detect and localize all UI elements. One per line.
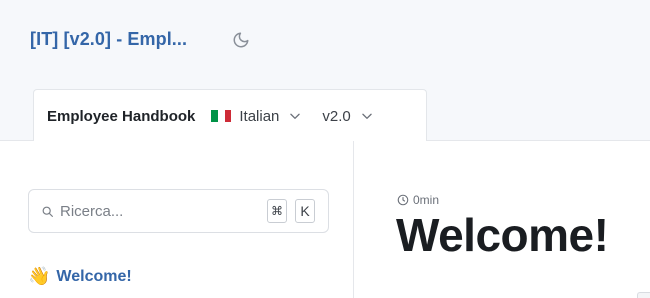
theme-toggle-button[interactable]: [231, 30, 251, 50]
sidebar: Ricerca... ⌘ K 👋 Welcome!: [0, 141, 354, 298]
top-header: [IT] [v2.0] - Empl... Employee Handbook …: [0, 0, 650, 142]
page-edge-decoration: [637, 292, 650, 298]
search-input[interactable]: Ricerca... ⌘ K: [28, 189, 329, 233]
waving-hand-icon: 👋: [28, 266, 51, 287]
language-label: Italian: [239, 107, 280, 125]
main-content: 0min Welcome!: [355, 141, 650, 298]
search-placeholder: Ricerca...: [60, 202, 124, 220]
sidebar-item-welcome[interactable]: 👋 Welcome!: [28, 266, 132, 287]
clock-icon: [397, 194, 409, 206]
site-title[interactable]: [IT] [v2.0] - Empl...: [30, 29, 187, 50]
k-key: K: [295, 199, 315, 223]
version-label: v2.0: [322, 107, 351, 125]
search-icon: [42, 206, 53, 217]
chevron-down-icon: [360, 109, 374, 123]
chevron-down-icon: [288, 109, 302, 123]
command-key: ⌘: [267, 199, 287, 223]
moon-icon: [233, 32, 249, 48]
language-dropdown[interactable]: Italian: [211, 108, 302, 125]
product-selector-bar: Employee Handbook Italian v2.0: [33, 89, 427, 142]
version-dropdown[interactable]: v2.0: [322, 108, 373, 125]
italy-flag-icon: [211, 110, 232, 122]
read-time-label: 0min: [413, 193, 440, 207]
search-shortcut: ⌘ K: [259, 199, 315, 223]
product-name[interactable]: Employee Handbook: [47, 108, 195, 125]
page-title: Welcome!: [396, 209, 609, 261]
sidebar-item-label: Welcome!: [56, 267, 132, 285]
read-time: 0min: [397, 193, 439, 207]
